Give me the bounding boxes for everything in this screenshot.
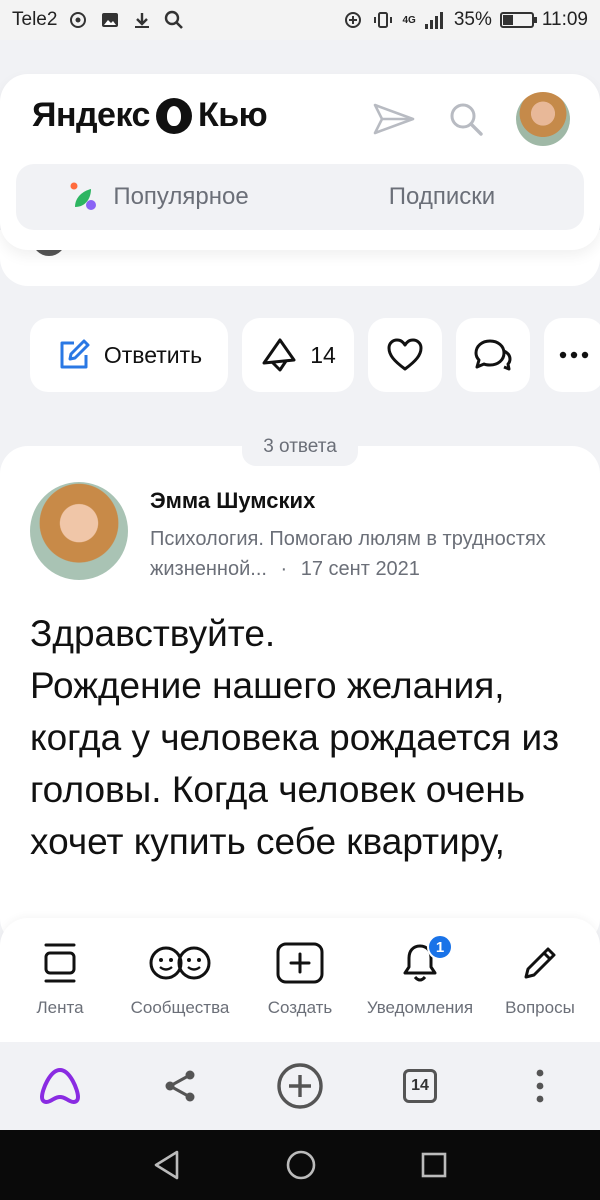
bottom-navigation: Лента Сообщества Создать 1 Уведомления В…: [0, 918, 600, 1042]
yandex-q-logo[interactable]: Яндекс Кью: [32, 96, 268, 135]
create-icon: [275, 942, 325, 984]
answer-card[interactable]: Эмма Шумских Психология. Помогаю люлям в…: [0, 446, 600, 946]
nav-communities[interactable]: Сообщества: [120, 918, 240, 1042]
carrier-label: Tele2: [12, 9, 58, 30]
share-icon: [165, 1070, 195, 1102]
back-icon[interactable]: [152, 1149, 182, 1181]
alice-icon: [40, 1068, 80, 1104]
gallery-icon: [99, 9, 121, 31]
pencil-icon: [519, 942, 561, 984]
data-saver-icon: [342, 9, 364, 31]
system-navigation: [0, 1130, 600, 1200]
user-avatar[interactable]: [516, 92, 570, 146]
browser-menu-button[interactable]: [515, 1061, 565, 1111]
share-button[interactable]: [155, 1061, 205, 1111]
tab-subscriptions[interactable]: Подписки: [300, 164, 584, 230]
answer-date: 17 сент 2021: [300, 558, 420, 580]
nav-questions[interactable]: Вопросы: [480, 918, 600, 1042]
feed-icon: [39, 942, 81, 984]
author-name[interactable]: Эмма Шумских: [150, 488, 315, 514]
more-dots-icon: [559, 351, 589, 359]
nav-feed-label: Лента: [36, 998, 84, 1017]
reply-label: Ответить: [103, 341, 203, 368]
like-button[interactable]: [368, 318, 442, 392]
logo-text-yandex: Яндекс: [32, 96, 150, 134]
nav-create[interactable]: Создать: [240, 918, 360, 1042]
app-header: Яндекс Кью Популярное Подписки: [0, 74, 600, 250]
feed-tabs: Популярное Подписки: [16, 164, 584, 230]
search-icon: [450, 103, 483, 136]
status-bar: Tele2 4G 35% 11:09: [0, 0, 600, 40]
clock: 11:09: [541, 9, 588, 30]
nav-feed[interactable]: Лента: [0, 918, 120, 1042]
send-icon: [373, 103, 415, 135]
network-type: 4G: [402, 14, 416, 26]
notification-badge: 1: [427, 934, 453, 960]
new-tab-button[interactable]: [275, 1061, 325, 1111]
author-avatar[interactable]: [30, 482, 128, 580]
tab-count: 14: [403, 1069, 437, 1103]
nav-communities-label: Сообщества: [130, 998, 230, 1017]
edit-icon: [60, 339, 90, 369]
upvote-icon: [262, 338, 296, 372]
nav-notifications-label: Уведомления: [366, 998, 474, 1017]
nav-notifications[interactable]: 1 Уведомления: [360, 918, 480, 1042]
upvote-button[interactable]: 14: [242, 318, 354, 392]
battery-icon: [499, 12, 537, 28]
comments-button[interactable]: [456, 318, 530, 392]
download-icon: [131, 9, 153, 31]
nav-create-label: Создать: [267, 998, 333, 1017]
recents-icon[interactable]: [420, 1151, 448, 1179]
search-icon: [163, 9, 185, 31]
vibrate-icon: [372, 9, 394, 31]
question-actions: Ответить 14: [30, 318, 600, 392]
communities-icon: [148, 942, 212, 984]
upvote-count: 14: [310, 341, 336, 368]
answers-count: 3 ответа: [242, 428, 358, 466]
comment-icon: [474, 339, 512, 371]
tab-popular[interactable]: Популярное: [16, 164, 300, 230]
answer-text[interactable]: Здравствуйте. Рождение нашего желания, к…: [30, 608, 570, 868]
tab-subscriptions-label: Подписки: [388, 183, 496, 210]
alice-button[interactable]: [35, 1061, 85, 1111]
reply-button[interactable]: Ответить: [30, 318, 228, 392]
tab-popular-label: Популярное: [113, 183, 249, 210]
bell-icon: 1: [399, 934, 453, 984]
more-button[interactable]: [544, 318, 600, 392]
home-icon[interactable]: [285, 1149, 317, 1181]
menu-dots-icon: [536, 1069, 544, 1103]
tabs-button[interactable]: 14: [395, 1061, 445, 1111]
plus-circle-icon: [277, 1063, 323, 1109]
logo-bubble-icon: [155, 97, 192, 134]
heart-icon: [387, 338, 423, 371]
browser-toolbar: 14: [0, 1042, 600, 1130]
signal-icon: [424, 9, 446, 31]
battery-percent: 35%: [453, 9, 492, 30]
popular-icon: [67, 181, 99, 213]
search-button[interactable]: [444, 97, 488, 141]
nav-questions-label: Вопросы: [505, 998, 575, 1017]
hotspot-icon: [67, 9, 89, 31]
send-button[interactable]: [372, 97, 416, 141]
meta-separator: ·: [280, 558, 288, 580]
author-meta: Психология. Помогаю люлям в трудностях ж…: [150, 524, 570, 584]
logo-text-q: Кью: [197, 96, 268, 134]
